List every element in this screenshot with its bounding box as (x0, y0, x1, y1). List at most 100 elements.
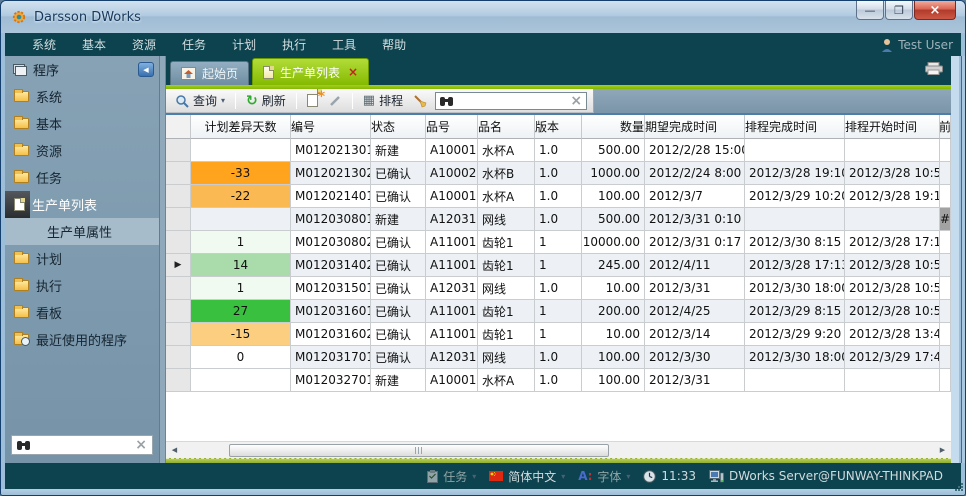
menu-item-基本[interactable]: 基本 (69, 36, 119, 53)
sidebar-search-input[interactable] (34, 438, 131, 452)
filter-clear-icon[interactable]: × (570, 94, 582, 108)
table-row[interactable]: 0M012031701已确认A12031网线1.0100.002012/3/30… (166, 346, 951, 369)
printer-icon[interactable] (925, 60, 943, 79)
table-row[interactable]: -33M012021302已确认A10002水杯B1.01000.002012/… (166, 162, 951, 185)
column-header-qty[interactable]: 数量 (582, 115, 645, 139)
row-selector[interactable] (166, 208, 191, 231)
column-header-start[interactable]: 排程开始时间 (845, 115, 940, 139)
edit-button[interactable] (325, 94, 345, 108)
cell-end: 2012/3/28 19:10 (745, 162, 845, 185)
table-row[interactable]: -22M012021401已确认A10001水杯A1.0100.002012/3… (166, 185, 951, 208)
row-selector[interactable] (166, 369, 191, 392)
clean-button[interactable] (410, 94, 431, 108)
column-header-ver[interactable]: 版本 (535, 115, 582, 139)
table-row[interactable]: M012030801新建A12031网线1.0500.002012/3/31 0… (166, 208, 951, 231)
column-header-name[interactable]: 品名 (478, 115, 535, 139)
filter-search-input[interactable] (457, 94, 566, 108)
menu-item-执行[interactable]: 执行 (269, 36, 319, 53)
menu-item-任务[interactable]: 任务 (169, 36, 219, 53)
row-selector[interactable] (166, 300, 191, 323)
column-header-no[interactable]: 编号 (291, 115, 371, 139)
user-icon (881, 38, 893, 52)
cell-due: 2012/2/24 8:00 (645, 162, 745, 185)
menu-item-帮助[interactable]: 帮助 (369, 36, 419, 53)
table-row[interactable]: 1M012030802已确认A11001齿轮1110000.002012/3/3… (166, 231, 951, 254)
scroll-left-icon[interactable]: ◀ (166, 446, 183, 454)
resize-grip[interactable] (955, 483, 957, 485)
row-selector[interactable] (166, 231, 191, 254)
sidebar-item-生产单列表[interactable]: 生产单列表 (5, 191, 30, 218)
cell-diff: 0 (191, 346, 291, 369)
task-dropdown[interactable]: 任务 ▾ (427, 468, 476, 485)
table-row[interactable]: 27M012031601已确认A11001齿轮11200.002012/4/25… (166, 300, 951, 323)
menu-item-系统[interactable]: 系统 (19, 36, 69, 53)
sidebar-item-最近使用的程序[interactable]: 最近使用的程序 (5, 326, 159, 353)
cell-extra (940, 346, 951, 369)
cell-end: 2012/3/29 9:20 (745, 323, 845, 346)
maximize-button[interactable]: ❐ (885, 1, 913, 20)
tab-production-order-list[interactable]: 生产单列表 × (252, 58, 369, 85)
sidebar-item-资源[interactable]: 资源 (5, 137, 159, 164)
refresh-button[interactable]: ↻ 刷新 (243, 92, 289, 109)
column-header-diff[interactable]: 计划差异天数 (191, 115, 291, 139)
cell-end (745, 369, 845, 392)
cell-qty: 500.00 (582, 208, 645, 231)
sidebar-item-计划[interactable]: 计划 (5, 245, 159, 272)
tab-start-page[interactable]: 起始页 (170, 61, 249, 85)
schedule-button[interactable]: ▦ 排程 (360, 92, 406, 109)
cell-due: 2012/3/30 (645, 346, 745, 369)
cell-qty: 245.00 (582, 254, 645, 277)
menu-item-计划[interactable]: 计划 (219, 36, 269, 53)
row-selector[interactable] (166, 346, 191, 369)
table-row[interactable]: 1M012031501已确认A12031网线1.010.002012/3/312… (166, 277, 951, 300)
menu-item-资源[interactable]: 资源 (119, 36, 169, 53)
tab-close-icon[interactable]: × (348, 65, 358, 79)
cell-start: 2012/3/28 19:10 (845, 185, 940, 208)
sidebar-search: × (11, 435, 153, 455)
refresh-icon: ↻ (246, 94, 258, 108)
minimize-button[interactable]: — (856, 1, 884, 20)
server-computer-icon (709, 470, 724, 483)
new-document-icon (307, 94, 318, 107)
row-selector[interactable] (166, 323, 191, 346)
table-row[interactable]: M012021301新建A10001水杯A1.0500.002012/2/28 … (166, 139, 951, 162)
close-button[interactable]: × (914, 1, 956, 20)
sidebar-search-clear-icon[interactable]: × (135, 438, 147, 452)
window-frame-right (951, 56, 965, 463)
menu-item-工具[interactable]: 工具 (319, 36, 369, 53)
column-header-status[interactable]: 状态 (371, 115, 426, 139)
row-selector[interactable] (166, 162, 191, 185)
table-row[interactable]: ▶14M012031402已确认A11001齿轮11245.002012/4/1… (166, 254, 951, 277)
sidebar-collapse-button[interactable]: ◀ (138, 62, 154, 77)
cell-item: A11001 (426, 254, 478, 277)
sidebar-item-任务[interactable]: 任务 (5, 164, 159, 191)
cell-extra: # (940, 208, 951, 231)
new-button[interactable] (304, 94, 321, 107)
sidebar-item-执行[interactable]: 执行 (5, 272, 159, 299)
sidebar-item-基本[interactable]: 基本 (5, 110, 159, 137)
user-chip[interactable]: Test User (881, 38, 953, 52)
sidebar-item-看板[interactable]: 看板 (5, 299, 159, 326)
cell-start (845, 139, 940, 162)
cell-name: 网线 (478, 208, 535, 231)
scroll-right-icon[interactable]: ▶ (934, 446, 951, 454)
scrollbar-thumb[interactable] (229, 444, 609, 457)
current-row-marker[interactable]: ▶ (166, 254, 191, 277)
row-selector[interactable] (166, 185, 191, 208)
font-dropdown[interactable]: A: 字体 ▾ (578, 468, 630, 485)
table-row[interactable]: M012032701新建A10001水杯A1.0100.002012/3/31 (166, 369, 951, 392)
column-header-extra[interactable]: 前 (940, 115, 951, 139)
grid-empty-area (166, 392, 951, 441)
sidebar-item-生产单属性[interactable]: 生产单属性 (5, 218, 159, 245)
sidebar-item-label: 资源 (36, 141, 62, 160)
sidebar-item-系统[interactable]: 系统 (5, 83, 159, 110)
row-selector[interactable] (166, 139, 191, 162)
column-header-due[interactable]: 期望完成时间 (645, 115, 745, 139)
column-header-end[interactable]: 排程完成时间 (745, 115, 845, 139)
query-button[interactable]: 查询 ▾ (172, 92, 228, 109)
language-dropdown[interactable]: 简体中文 ▾ (489, 468, 565, 485)
table-row[interactable]: -15M012031602已确认A11001齿轮1110.002012/3/14… (166, 323, 951, 346)
row-selector[interactable] (166, 277, 191, 300)
cell-qty: 10000.00 (582, 231, 645, 254)
column-header-item[interactable]: 品号 (426, 115, 478, 139)
